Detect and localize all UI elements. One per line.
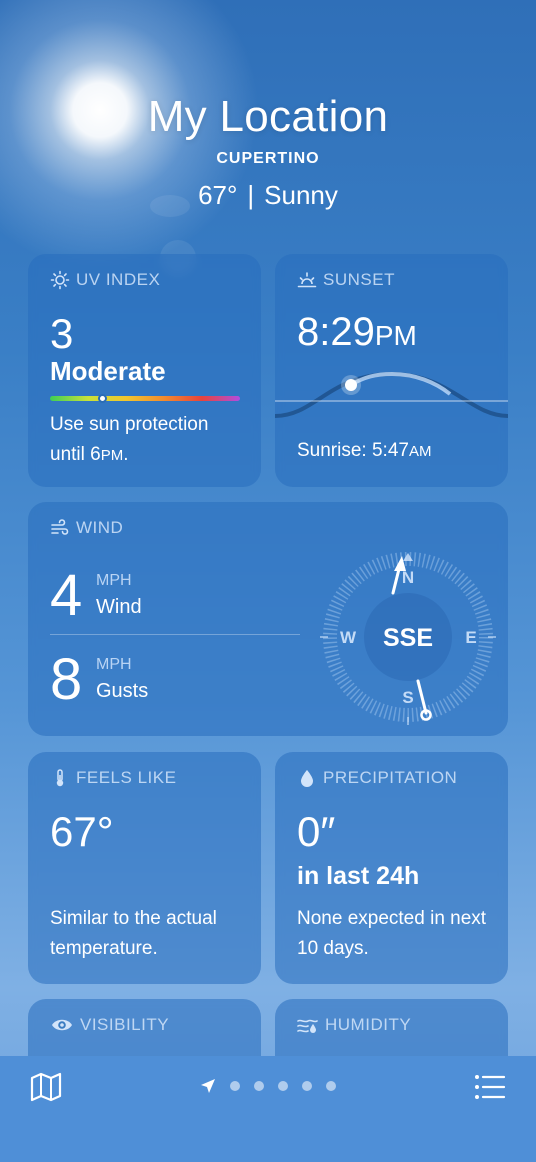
wind-gusts-unit: MPH — [96, 656, 132, 673]
uv-header: UV INDEX — [50, 270, 160, 290]
location-title: My Location — [147, 92, 389, 141]
page-dot[interactable] — [302, 1081, 312, 1091]
sun-icon — [50, 270, 70, 290]
uv-label: UV INDEX — [76, 270, 161, 289]
feels-like-description: Similar to the actual temperature. — [50, 908, 217, 959]
sunset-icon — [297, 272, 317, 288]
compass-w: W — [340, 628, 357, 647]
precipitation-period: in last 24h — [297, 862, 420, 890]
feels-like-card[interactable]: FEELS LIKE 67° Similar to the actual tem… — [28, 752, 261, 984]
uv-scale-bar — [50, 394, 240, 403]
sunset-time-value: 8:29 — [297, 310, 375, 354]
uv-description: Use sun protection until 6PM. — [50, 410, 250, 471]
precipitation-description: None expected in next 10 days. — [297, 908, 487, 959]
condition-text: Sunny — [264, 180, 338, 210]
list-icon[interactable] — [474, 1074, 506, 1100]
page-dot[interactable] — [254, 1081, 264, 1091]
location-arrow-icon — [201, 1079, 215, 1093]
wind-gusts-label: Gusts — [96, 680, 149, 702]
wind-icon — [51, 519, 69, 535]
uv-desc-prefix: until 6 — [50, 444, 101, 465]
feels-like-header: FEELS LIKE — [50, 768, 176, 788]
wind-speed-label: Wind — [96, 596, 142, 618]
humidity-icon — [297, 1019, 318, 1033]
compass-s: S — [402, 688, 413, 707]
wind-gusts-value: 8 — [50, 647, 83, 712]
uv-scale-marker — [98, 394, 107, 403]
wind-speed-row: 4 MPH Wind — [50, 562, 142, 629]
current-conditions: 67° | Sunny — [0, 180, 536, 211]
bottom-toolbar — [0, 1056, 536, 1162]
sunrise-time: Sunrise: 5:47AM — [297, 440, 431, 462]
wind-arrow-tail — [416, 679, 428, 715]
page-dot[interactable] — [230, 1081, 240, 1091]
precipitation-card[interactable]: PRECIPITATION 0″ in last 24h None expect… — [275, 752, 508, 984]
sunset-header: SUNSET — [297, 270, 395, 290]
feels-like-value: 67° — [50, 808, 114, 855]
visibility-header: VISIBILITY — [50, 1015, 169, 1035]
wind-divider — [50, 634, 300, 635]
wind-header: WIND — [50, 518, 123, 538]
sunset-time: 8:29PM — [297, 310, 417, 355]
feels-like-label: FEELS LIKE — [76, 768, 177, 787]
uv-level: Moderate — [50, 356, 166, 386]
humidity-label: HUMIDITY — [325, 1015, 412, 1034]
uv-index-card[interactable]: UV INDEX 3 Moderate Use sun protection u… — [28, 254, 261, 487]
sunrise-label: Sunrise: 5:47 — [297, 440, 409, 461]
wind-gusts-row: 8 MPH Gusts — [50, 646, 148, 713]
page-indicator[interactable] — [200, 1078, 336, 1094]
wind-direction: SSE — [383, 624, 433, 652]
compass-e: E — [465, 628, 476, 647]
precipitation-label: PRECIPITATION — [323, 768, 458, 787]
sunset-card[interactable]: SUNSET 8:29PM Sunrise: 5:47AM — [275, 254, 508, 487]
sunset-label: SUNSET — [323, 270, 395, 289]
sunrise-ampm: AM — [408, 443, 432, 460]
precipitation-value: 0″ — [297, 808, 336, 855]
humidity-header: HUMIDITY — [297, 1015, 411, 1035]
wind-label: WIND — [76, 518, 124, 537]
wind-arrow-head — [394, 556, 406, 571]
uv-desc-ampm: PM — [100, 447, 124, 464]
location-header: My Location CUPERTINO 67° | Sunny — [0, 92, 536, 211]
wind-compass: N E S W SSE — [320, 552, 496, 725]
uv-desc-line1: Use sun protection — [50, 414, 209, 435]
wind-speed-unit: MPH — [96, 572, 132, 589]
uv-desc-suffix: . — [123, 444, 129, 465]
precipitation-header: PRECIPITATION — [297, 768, 457, 788]
visibility-label: VISIBILITY — [80, 1015, 170, 1034]
uv-desc-line2: until 6PM. — [50, 440, 250, 471]
sun-path-graph — [275, 371, 508, 418]
drop-icon — [301, 770, 313, 787]
map-icon[interactable] — [30, 1072, 62, 1102]
separator: | — [247, 180, 255, 210]
sunset-ampm: PM — [374, 320, 417, 351]
thermometer-icon — [56, 769, 64, 787]
current-temp: 67° — [198, 180, 238, 210]
wind-card[interactable]: WIND 4 MPH Wind 8 MPH Gusts N E S W SSE — [28, 502, 508, 736]
uv-value: 3 — [50, 310, 74, 357]
page-dot[interactable] — [326, 1081, 336, 1091]
city-name: CUPERTINO — [216, 150, 320, 167]
page-dot[interactable] — [278, 1081, 288, 1091]
wind-speed-value: 4 — [50, 563, 83, 628]
eye-icon — [52, 1019, 72, 1031]
